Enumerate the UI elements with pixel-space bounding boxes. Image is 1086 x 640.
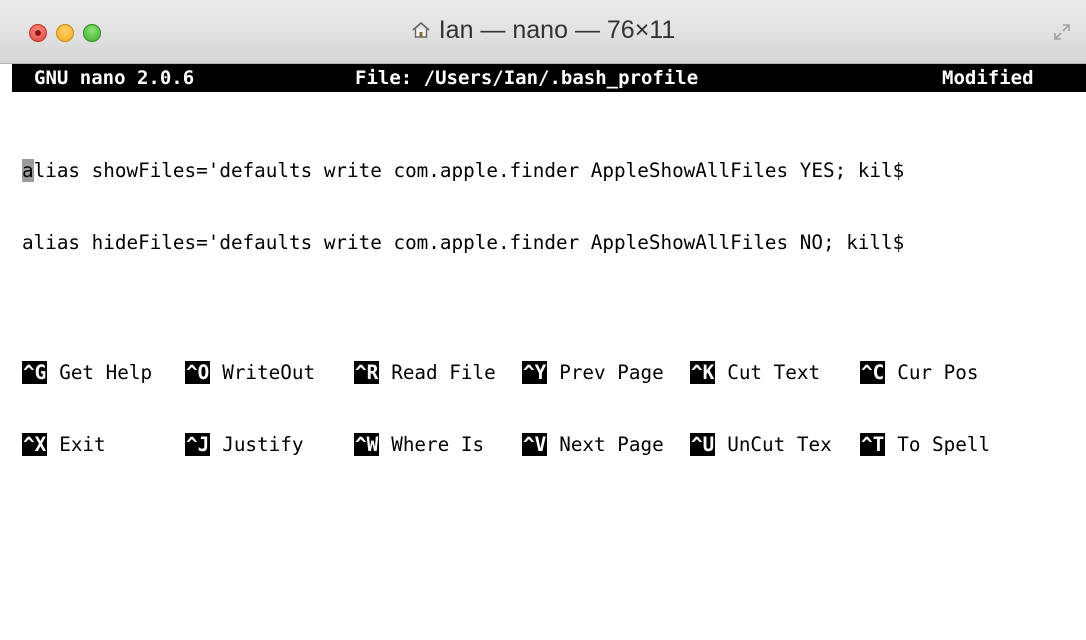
modified-status: Modified (942, 67, 1034, 89)
home-icon (411, 18, 431, 47)
shortcut-key: ^R (354, 361, 380, 384)
shortcut-to-spell[interactable]: ^T To Spell (860, 432, 990, 458)
shortcut-key: ^G (22, 361, 48, 384)
shortcut-writeout[interactable]: ^O WriteOut (185, 360, 315, 386)
shortcut-key: ^T (860, 433, 886, 456)
editor-line[interactable]: alias showFiles='defaults write com.appl… (22, 158, 904, 184)
shortcut-key: ^Y (522, 361, 548, 384)
shortcut-label: Get Help (59, 361, 153, 384)
shortcut-bar: ^G Get Help ^O WriteOut ^R Read File ^Y Prev… (22, 314, 990, 504)
shortcut-key: ^J (185, 433, 211, 456)
shortcut-label: Prev Page (559, 361, 664, 384)
shortcut-key: ^O (185, 361, 211, 384)
shortcut-label: Next Page (559, 433, 664, 456)
shortcut-uncut-text[interactable]: ^U UnCut Tex (690, 432, 832, 458)
file-name: File: /Users/Ian/.bash_profile (355, 67, 699, 89)
shortcut-cur-pos[interactable]: ^C Cur Pos (860, 360, 978, 386)
shortcut-key: ^C (860, 361, 886, 384)
shortcut-label: Justify (222, 433, 304, 456)
window-title-container: Ian — nano — 76×11 (0, 16, 1086, 47)
nano-header-bar: GNU nano 2.0.6 File: /Users/Ian/.bash_pr… (12, 64, 1086, 92)
shortcut-label: Exit (59, 433, 106, 456)
shortcut-exit[interactable]: ^X Exit (22, 432, 106, 458)
editor-text-area[interactable]: alias showFiles='defaults write com.appl… (22, 112, 904, 302)
text-cursor: a (22, 159, 34, 182)
shortcut-key: ^U (690, 433, 716, 456)
shortcut-key: ^X (22, 433, 48, 456)
shortcut-read-file[interactable]: ^R Read File (354, 360, 496, 386)
shortcut-row-1: ^G Get Help ^O WriteOut ^R Read File ^Y Prev… (22, 360, 978, 386)
shortcut-label: Cut Text (727, 361, 821, 384)
editor-line[interactable]: alias hideFiles='defaults write com.appl… (22, 230, 904, 256)
shortcut-label: To Spell (897, 433, 991, 456)
shortcut-label: Cur Pos (897, 361, 979, 384)
shortcut-label: Where Is (391, 433, 485, 456)
shortcut-get-help[interactable]: ^G Get Help (22, 360, 152, 386)
line-text: alias hideFiles='defaults write com.appl… (22, 231, 905, 254)
terminal-window: Ian — nano — 76×11 GNU nano 2.0.6 File: … (0, 0, 1086, 456)
shortcut-row-2: ^X Exit ^J Justify ^W Where Is ^V Next Page … (22, 432, 990, 458)
shortcut-label: UnCut Tex (727, 433, 832, 456)
shortcut-key: ^K (690, 361, 716, 384)
shortcut-label: WriteOut (222, 361, 316, 384)
fullscreen-icon[interactable] (1052, 22, 1072, 42)
shortcut-justify[interactable]: ^J Justify (185, 432, 303, 458)
shortcut-cut-text[interactable]: ^K Cut Text (690, 360, 820, 386)
shortcut-key: ^V (522, 433, 548, 456)
shortcut-where-is[interactable]: ^W Where Is (354, 432, 484, 458)
shortcut-prev-page[interactable]: ^Y Prev Page (522, 360, 664, 386)
shortcut-label: Read File (391, 361, 496, 384)
nano-version: GNU nano 2.0.6 (34, 67, 195, 89)
shortcut-key: ^W (354, 433, 380, 456)
shortcut-next-page[interactable]: ^V Next Page (522, 432, 664, 458)
line-text: lias showFiles='defaults write com.apple… (33, 159, 905, 182)
title-bar[interactable]: Ian — nano — 76×11 (0, 0, 1086, 64)
window-title: Ian — nano — 76×11 (438, 16, 676, 44)
